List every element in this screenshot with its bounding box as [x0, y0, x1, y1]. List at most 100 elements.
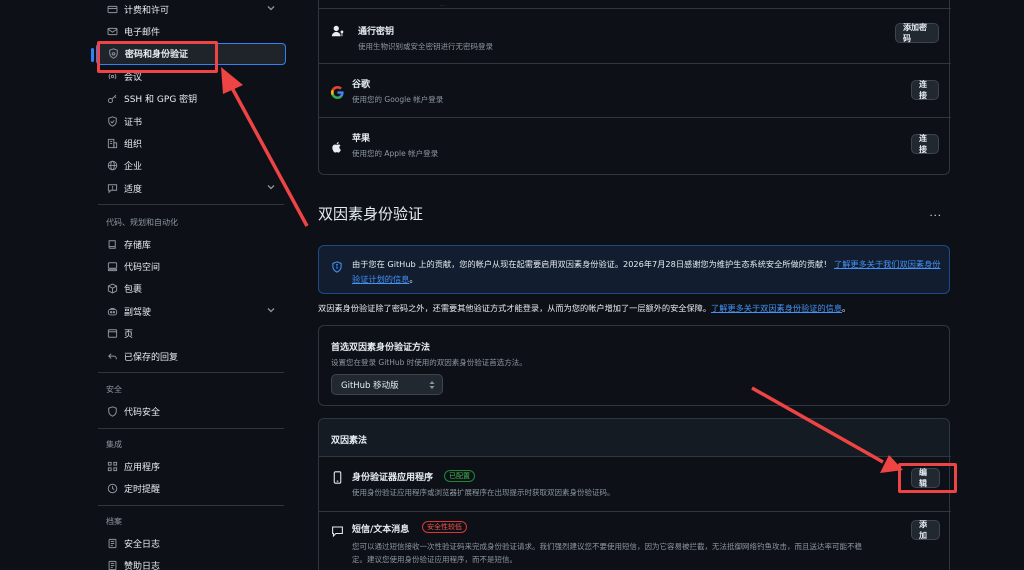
sidebar-item[interactable]: 应用程序: [96, 455, 286, 477]
google-title: 谷歌: [352, 80, 371, 90]
methods-header-bg: [319, 419, 949, 456]
sms-title: 短信/文本消息: [352, 525, 410, 535]
copilot-icon: [105, 304, 119, 318]
sidebar-item[interactable]: 电子邮件: [96, 20, 286, 42]
preferred-method-box: 首选双因素身份验证方法 设置您在登录 GitHub 时使用的双因素身份验证首选方…: [318, 325, 950, 406]
person-key-icon: [331, 23, 345, 37]
two-factor-description: 双因素身份验证除了密码之外，还需要其他验证方式才能登录，从而为您的帐户增加了一层…: [318, 302, 958, 314]
less-secure-badge: 安全性较低: [422, 521, 467, 533]
sidebar-item-label: 页: [124, 330, 134, 341]
sidebar-item[interactable]: 副驾驶: [96, 300, 286, 322]
sidebar-item-label: 赞助日志: [124, 561, 161, 570]
google-desc: 使用您的 Google 帐户登录: [352, 95, 444, 104]
select-caret-icon: [428, 380, 436, 390]
reply-icon: [105, 349, 119, 363]
sidebar-item[interactable]: 存储库: [96, 233, 286, 255]
sidebar-item[interactable]: 代码安全: [96, 400, 286, 422]
sidebar-section-heading: 安全: [106, 385, 122, 394]
passkey-desc: 使用生物识别或安全密钥进行无密码登录: [358, 42, 493, 51]
comment-icon: [331, 523, 345, 538]
report-icon: [105, 181, 119, 195]
preferred-method-title: 首选双因素身份验证方法: [331, 343, 431, 353]
para-end: 。: [842, 303, 851, 313]
sidebar-item[interactable]: 代码空间: [96, 255, 286, 277]
sidebar-item[interactable]: 定时提醒: [96, 477, 286, 499]
sidebar-item[interactable]: 页: [96, 323, 286, 345]
sidebar-item-label: 代码空间: [124, 262, 161, 273]
authenticator-title: 身份验证器应用程序: [352, 473, 434, 483]
annotation-highlight-sidebar: [97, 41, 218, 73]
shield-info-icon: [331, 258, 343, 273]
sidebar-item[interactable]: SSH 和 GPG 密钥: [96, 88, 286, 110]
log-icon: [105, 558, 119, 570]
globe-icon: [105, 159, 119, 173]
sms-row: 短信/文本消息 安全性较低 您可以通过短信接收一次性验证码来完成身份验证请求。我…: [319, 511, 951, 570]
two-factor-title: 双因素身份验证: [318, 205, 424, 223]
banner-message: 由于您在 GitHub 上的贡献，您的帐户从现在起需要启用双因素身份验证。202…: [352, 257, 942, 287]
sidebar-item[interactable]: 组织: [96, 132, 286, 154]
chevron-down-icon: [266, 182, 276, 192]
key-icon: [105, 92, 119, 106]
banner-text: 由于您在 GitHub 上的贡献，您的帐户从现在起需要启用双因素身份验证。202…: [352, 259, 832, 269]
log-icon: [105, 536, 119, 550]
preferred-method-desc: 设置您在登录 GitHub 时使用的双因素身份验证首选方法。: [331, 358, 527, 367]
para-learn-more-link[interactable]: 了解更多关于双因素身份验证的信息: [711, 303, 842, 313]
settings-sidebar: 计费和许可 电子邮件 密码和身份验证 会议 SSH 和 GPG 密钥 证书 组织 企业 适度 代码…: [91, 0, 288, 570]
two-factor-required-banner: 由于您在 GitHub 上的贡献，您的帐户从现在起需要启用双因素身份验证。202…: [318, 245, 950, 294]
sidebar-item-label: 应用程序: [124, 462, 161, 473]
chevron-down-icon: [266, 305, 276, 315]
sidebar-section-heading: 代码、规划和自动化: [106, 218, 178, 227]
apple-desc: 使用您的 Apple 帐户登录: [352, 149, 439, 158]
codespaces-icon: [105, 259, 119, 273]
para-text: 双因素身份验证除了密码之外，还需要其他验证方式才能登录，从而为您的帐户增加了一层…: [318, 303, 712, 313]
apple-row: 苹果 使用您的 Apple 帐户登录 连接: [319, 117, 951, 175]
sidebar-divider: [98, 372, 284, 373]
connect-google-button[interactable]: 连接: [911, 80, 939, 100]
shield-icon: [105, 404, 119, 418]
top-fragment: ...: [439, 0, 447, 8]
preferred-method-value: GitHub 移动版: [341, 380, 399, 391]
sidebar-item-label: 电子邮件: [124, 27, 161, 38]
google-icon: [331, 84, 345, 99]
sidebar-item-label: SSH 和 GPG 密钥: [124, 95, 198, 106]
sidebar-item-label: 包裹: [124, 285, 143, 296]
passkey-title: 通行密钥: [358, 27, 395, 37]
google-row: 谷歌 使用您的 Google 帐户登录 连接: [319, 63, 951, 117]
sidebar-item-label: 计费和许可: [124, 5, 170, 16]
sidebar-divider: [98, 428, 284, 429]
section-menu-button[interactable]: ...: [929, 208, 942, 219]
sms-desc-line2: 定。建议您使用身份验证应用程序，而不是短信。: [352, 555, 517, 564]
connect-apple-button[interactable]: 连接: [911, 134, 939, 154]
methods-header-title: 双因素法: [331, 436, 368, 446]
sidebar-item-label: 副驾驶: [124, 307, 152, 318]
credit-card-icon: [105, 2, 119, 16]
sidebar-item[interactable]: 计费和许可: [96, 0, 286, 20]
sidebar-item[interactable]: 适度: [96, 177, 286, 199]
two-factor-methods-box: 双因素法 身份验证器应用程序 已配置 使用身份验证应用程序或浏览器扩展程序在出现…: [318, 418, 951, 570]
sidebar-item-label: 适度: [124, 184, 143, 195]
sms-desc-line1: 您可以通过短信接收一次性验证码来完成身份验证请求。我们强烈建议您不要使用短信，因…: [352, 542, 862, 551]
main-content: ... 通行密钥 使用生物识别或安全密钥进行无密码登录 添加密码 谷歌 使用您的…: [318, 0, 952, 570]
annotation-highlight-edit: [898, 463, 957, 493]
add-passkey-button[interactable]: 添加密码: [895, 23, 939, 43]
sidebar-item-label: 企业: [124, 162, 143, 173]
browser-icon: [105, 327, 119, 341]
sidebar-item[interactable]: 安全日志: [96, 532, 286, 554]
sidebar-item[interactable]: 包裹: [96, 278, 286, 300]
apple-title: 苹果: [352, 134, 371, 144]
sidebar-item[interactable]: 企业: [96, 155, 286, 177]
organization-icon: [105, 136, 119, 150]
add-sms-button[interactable]: 添加: [911, 520, 940, 540]
sidebar-divider: [98, 505, 284, 506]
chevron-down-icon: [266, 3, 276, 13]
sidebar-item-label: 安全日志: [124, 539, 161, 550]
sidebar-item[interactable]: 证书: [96, 110, 286, 132]
authenticator-row: 身份验证器应用程序 已配置 使用身份验证应用程序或浏览器扩展程序在出现提示时获取…: [319, 456, 951, 511]
sidebar-item-label: 已保存的回复: [124, 352, 179, 363]
sidebar-item[interactable]: 已保存的回复: [96, 345, 286, 367]
sidebar-item[interactable]: 赞助日志: [96, 554, 286, 570]
preferred-method-select[interactable]: GitHub 移动版: [331, 374, 443, 395]
sidebar-section-heading: 集成: [106, 440, 122, 449]
sidebar-item-label: 代码安全: [124, 407, 161, 418]
login-methods-box: ... 通行密钥 使用生物识别或安全密钥进行无密码登录 添加密码 谷歌 使用您的…: [318, 0, 951, 175]
